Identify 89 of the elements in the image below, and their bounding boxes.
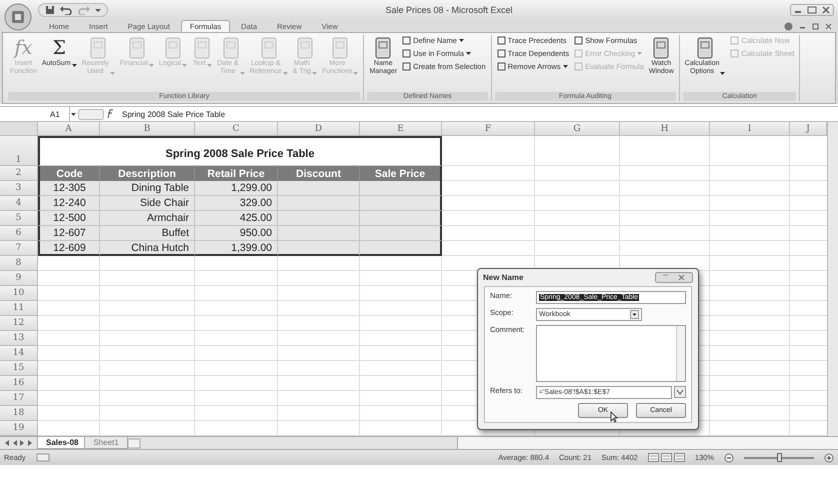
document-icon [373,36,394,60]
row-header[interactable]: 11 [0,301,38,316]
table-cell: Armchair [100,211,195,226]
document-icon [126,36,147,60]
zoom-slider-thumb[interactable] [777,452,782,462]
row-header[interactable]: 7 [0,241,38,256]
undo-icon[interactable] [59,5,73,15]
function-symbol: fx [14,36,32,60]
document-icon [88,36,108,60]
row-header[interactable]: 4 [0,196,38,211]
table-cell: 12-609 [38,241,100,256]
document-icon [192,36,212,60]
row-header[interactable]: 12 [0,316,38,331]
maximize-icon[interactable] [805,5,819,15]
row-header[interactable]: 9 [0,271,38,286]
horizontal-scrollbar[interactable] [457,437,838,449]
table-title: Spring 2008 Sale Price Table [38,136,442,166]
column-header[interactable]: G [535,122,620,136]
document-icon [651,36,672,60]
table-cell: 425.00 [195,211,278,226]
sheet-tab[interactable]: Sheet1 [84,437,128,449]
row-header[interactable]: 16 [0,376,38,391]
column-header[interactable]: C [195,122,278,136]
zoom-in-icon[interactable] [824,452,834,462]
row-header[interactable]: 6 [0,226,38,241]
page-break-view-icon[interactable] [674,453,685,462]
caret-icon[interactable] [70,110,78,118]
column-header[interactable]: I [710,122,790,136]
save-icon[interactable] [45,5,55,15]
table-cell: 1,399.00 [195,241,278,256]
close-icon[interactable] [825,22,832,31]
vertical-scrollbar[interactable] [827,122,838,436]
table-cell: Buffet [100,226,195,241]
row-header[interactable]: 18 [0,406,38,421]
table-cell: 950.00 [195,226,278,241]
table-cell: 329.00 [195,196,278,211]
vertical-scrollbar[interactable] [676,326,685,381]
macro-icon[interactable] [36,453,50,462]
column-heading: Description [100,166,195,181]
table-cell: 12-305 [38,181,100,196]
document-icon [695,36,716,60]
column-heading: Code [38,166,100,181]
window-controls-icon[interactable] [655,272,693,283]
column-heading: Discount [278,166,360,181]
window-title: Sale Prices 08 - Microsoft Excel [384,5,514,15]
row-header[interactable]: 5 [0,211,38,226]
help-icon[interactable] [784,22,793,31]
row-header[interactable]: 10 [0,286,38,301]
table-cell: 12-500 [38,211,100,226]
document-icon [294,36,315,60]
formula-field[interactable]: Spring 2008 Sale Price Table [116,110,226,118]
zoom-out-icon[interactable] [724,452,734,462]
column-header[interactable]: B [100,122,195,136]
document-icon [330,36,350,60]
column-header[interactable]: F [442,122,535,136]
page-layout-view-icon[interactable] [660,453,672,462]
table-cell: Side Chair [100,196,195,211]
row-header[interactable]: 13 [0,331,38,346]
normal-view-icon[interactable] [648,453,659,462]
comment-field[interactable] [536,325,686,382]
column-heading: Retail Price [195,166,278,181]
column-header[interactable]: E [360,122,442,136]
row-header[interactable]: 17 [0,391,38,406]
collapse-dialog-icon[interactable] [674,386,686,398]
caret-icon [630,310,639,319]
column-header[interactable]: A [38,122,100,136]
dialog-title: New Name [483,273,524,282]
column-header[interactable]: J [790,122,827,136]
table-cell: 12-240 [38,196,100,211]
row-header[interactable]: 15 [0,361,38,376]
row-header[interactable]: 2 [0,166,38,181]
row-header[interactable]: 14 [0,346,38,361]
row-header[interactable]: 8 [0,256,38,271]
document-icon [220,36,241,60]
table-cell: Dining Table [100,181,195,196]
row-header[interactable]: 3 [0,181,38,196]
row-header[interactable]: 19 [0,421,38,436]
row-header[interactable]: 1 [0,136,38,166]
function-symbol: Σ [52,36,66,60]
name-box[interactable]: A1 [0,107,70,121]
table-cell: 12-607 [38,226,100,241]
document-icon [258,36,279,60]
column-header[interactable]: D [278,122,360,136]
table-cell: 1,299.00 [195,181,278,196]
table-cell: China Hutch [100,241,195,256]
column-heading: Sale Price [360,166,442,181]
document-icon [163,36,183,60]
column-header[interactable]: H [620,122,710,136]
restore-icon[interactable] [812,22,819,31]
